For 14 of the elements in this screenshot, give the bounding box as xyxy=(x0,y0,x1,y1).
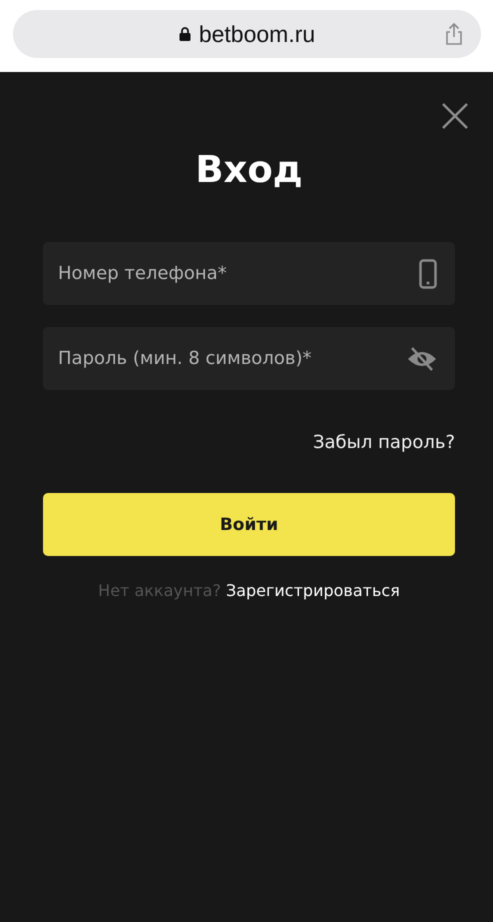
url-text: betboom.ru xyxy=(198,20,316,48)
share-icon[interactable] xyxy=(444,22,464,46)
phone-field[interactable]: Номер телефона* xyxy=(43,242,455,305)
eye-off-icon[interactable] xyxy=(407,346,437,372)
forgot-password-link[interactable]: Забыл пароль? xyxy=(312,432,455,453)
register-link[interactable]: Зарегистрироваться xyxy=(226,581,400,600)
phone-icon xyxy=(419,258,437,288)
password-field[interactable]: Пароль (мин. 8 символов)* xyxy=(43,327,455,390)
login-button[interactable]: Войти xyxy=(43,493,455,556)
address-bar[interactable]: betboom.ru xyxy=(13,10,481,58)
lock-icon xyxy=(178,27,191,41)
register-prompt: Нет аккаунта? xyxy=(98,581,221,600)
close-button[interactable] xyxy=(441,102,469,130)
dialog-title: Вход xyxy=(195,147,303,193)
